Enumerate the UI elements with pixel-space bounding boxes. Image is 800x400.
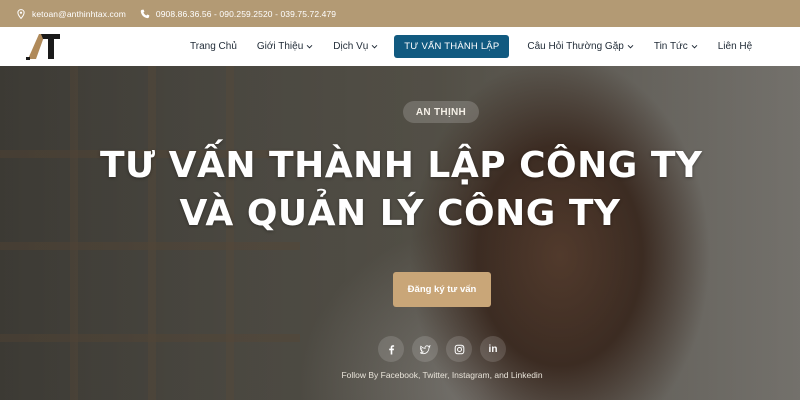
chevron-down-icon (691, 43, 698, 50)
nav-item-faq[interactable]: Câu Hỏi Thường Gặp (517, 35, 643, 58)
main-menu: Trang Chủ Giới Thiệu Dịch Vụ TƯ VẤN THÀN… (180, 27, 762, 66)
main-navbar: Trang Chủ Giới Thiệu Dịch Vụ TƯ VẤN THÀN… (0, 27, 800, 66)
nav-label: Liên Hệ (717, 41, 753, 52)
hero-badge: AN THỊNH (403, 101, 479, 123)
nav-label: Trang Chủ (190, 41, 237, 52)
nav-label: Dịch Vụ (333, 41, 369, 52)
phone-text: 0908.86.36.56 - 090.259.2520 - 039.75.72… (155, 8, 337, 19)
contact-bar: ketoan@anthinhtax.com 0908.86.36.56 - 09… (0, 0, 800, 27)
email-contact[interactable]: ketoan@anthinhtax.com (16, 9, 126, 19)
nav-label: TƯ VẤN THÀNH LẬP (404, 41, 500, 52)
hero-title: TƯ VẤN THÀNH LẬP CÔNG TY VÀ QUẢN LÝ CÔNG… (100, 142, 703, 238)
chevron-down-icon (627, 43, 634, 50)
nav-item-consulting[interactable]: TƯ VẤN THÀNH LẬP (394, 35, 510, 58)
nav-item-contact[interactable]: Liên Hệ (708, 35, 762, 58)
email-text: ketoan@anthinhtax.com (32, 8, 126, 19)
nav-item-home[interactable]: Trang Chủ (180, 35, 247, 58)
social-links: in (378, 336, 508, 364)
follow-text: Follow By Facebook, Twitter, Instagram, … (341, 370, 543, 380)
hero-title-line-2: VÀ QUẢN LÝ CÔNG TY (179, 193, 621, 234)
register-consultation-button[interactable]: Đăng ký tư vấn (393, 272, 491, 307)
twitter-icon[interactable] (412, 336, 438, 362)
instagram-icon[interactable] (446, 336, 472, 362)
nav-label: Tin Tức (653, 41, 688, 52)
facebook-icon[interactable] (378, 336, 404, 362)
hero-banner: AN THỊNH TƯ VẤN THÀNH LẬP CÔNG TY VÀ QUẢ… (0, 66, 800, 400)
phone-contact[interactable]: 0908.86.36.56 - 090.259.2520 - 039.75.72… (140, 9, 336, 19)
nav-item-news[interactable]: Tin Tức (644, 35, 708, 58)
location-pin-icon (16, 8, 26, 19)
nav-label: Câu Hỏi Thường Gặp (527, 41, 624, 52)
linkedin-icon[interactable]: in (480, 336, 506, 362)
chevron-down-icon (371, 43, 378, 50)
nav-item-about[interactable]: Giới Thiệu (247, 35, 323, 58)
nav-item-services[interactable]: Dịch Vụ (323, 35, 388, 58)
chevron-down-icon (306, 43, 313, 50)
site-logo[interactable] (24, 31, 62, 61)
nav-label: Giới Thiệu (256, 41, 304, 52)
phone-icon (140, 9, 150, 19)
hero-title-line-1: TƯ VẤN THÀNH LẬP CÔNG TY (100, 145, 703, 186)
